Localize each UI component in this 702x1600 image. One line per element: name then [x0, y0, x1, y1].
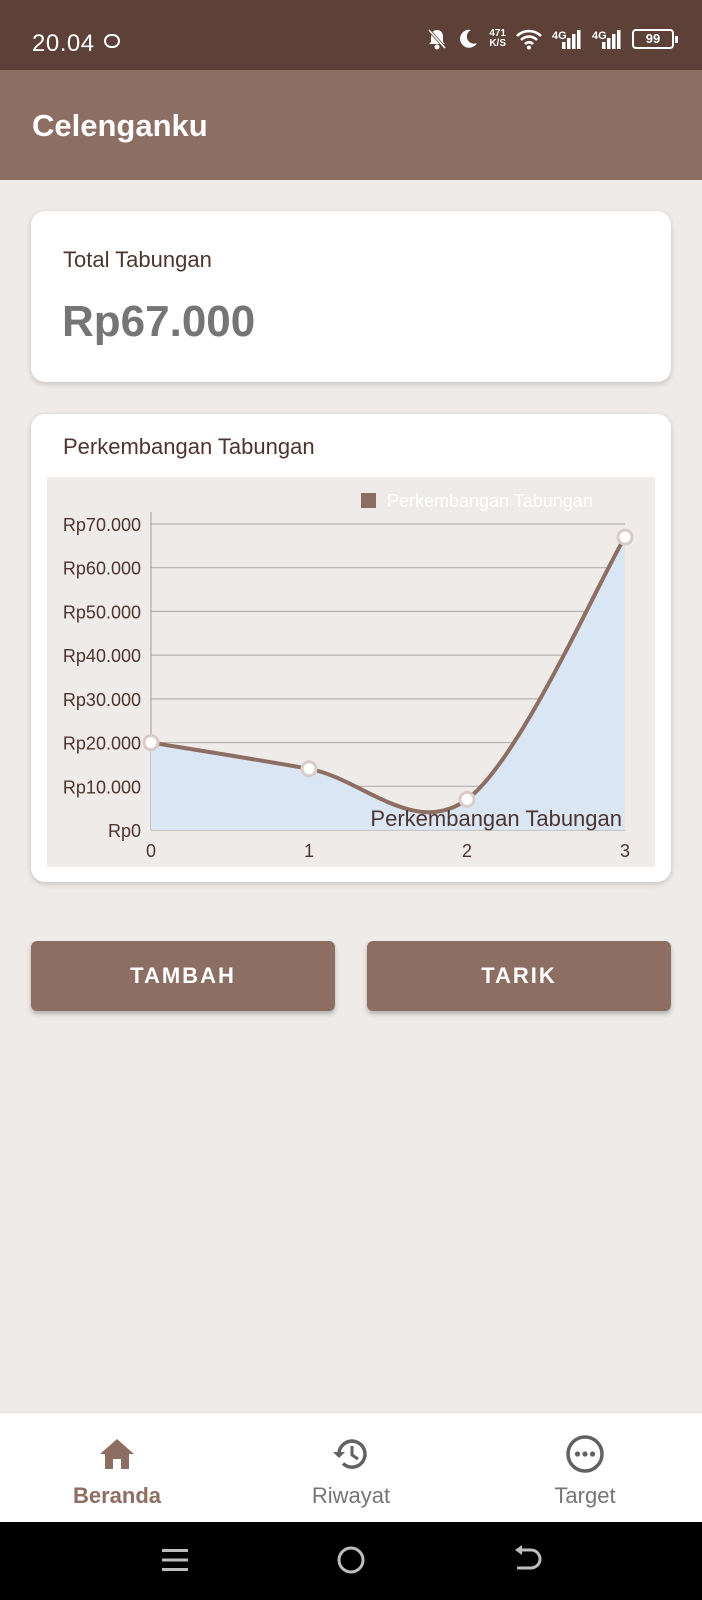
app-title: Celenganku [32, 108, 208, 143]
x-tick-label: 1 [304, 841, 314, 861]
y-tick-label: Rp70.000 [63, 515, 141, 535]
add-savings-button[interactable]: TAMBAH [31, 941, 335, 1011]
line-chart[interactable]: Rp0 Rp10.000 Rp20.000 Rp30.000 Rp40.000 Rp50.… [47, 477, 655, 867]
moon-icon [460, 29, 478, 48]
nav-item-beranda[interactable]: Beranda [0, 1413, 234, 1523]
home-icon [100, 1439, 134, 1469]
signal-bars-icon [562, 30, 581, 49]
signal-1: 4G [552, 28, 582, 50]
data-point [300, 760, 318, 778]
app-bar: Celenganku [0, 70, 702, 180]
x-tick-label: 0 [146, 841, 156, 861]
chart-area[interactable]: Rp0 Rp10.000 Rp20.000 Rp30.000 Rp40.000 Rp50.… [47, 477, 655, 867]
x-tick-label: 3 [620, 841, 630, 861]
total-savings-value: Rp67.000 [62, 297, 256, 346]
total-savings-card: Total Tabungan Rp67.000 [31, 211, 671, 382]
history-icon [333, 1439, 367, 1469]
back-icon[interactable] [507, 1540, 547, 1580]
y-tick-label: Rp20.000 [63, 734, 141, 754]
y-tick-label: Rp0 [108, 821, 141, 841]
x-tick-label: 2 [462, 841, 472, 861]
savings-chart-card: Perkembangan Tabungan Rp0 Rp10.000 Rp20.00… [31, 414, 671, 882]
status-icons: 471 K/S 4G 4G 99 [427, 28, 678, 50]
legend-label: Perkembangan Tabungan [387, 491, 593, 511]
recent-apps-icon[interactable] [155, 1540, 195, 1580]
nav-label-beranda: Beranda [72, 1483, 162, 1508]
status-time: 20.04 [32, 30, 95, 57]
status-bar: 20.04 471 K/S 4G 4G 99 [0, 0, 702, 70]
nav-label-target: Target [554, 1483, 616, 1508]
signal-2: 4G [592, 28, 622, 50]
y-tick-label: Rp10.000 [63, 777, 141, 797]
mute-bell-icon [428, 29, 447, 50]
battery-icon: 99 [632, 29, 678, 49]
total-savings-label: Total Tabungan [63, 247, 212, 272]
bottom-navigation: Beranda Riwayat Target [0, 1412, 702, 1522]
chart-description: Perkembangan Tabungan [370, 806, 622, 831]
home-button-icon[interactable] [331, 1540, 371, 1580]
y-tick-label: Rp50.000 [63, 602, 141, 622]
y-tick-label: Rp60.000 [63, 559, 141, 579]
system-navigation-bar [0, 1522, 702, 1600]
data-point [616, 528, 634, 546]
signal-bars-icon [602, 30, 621, 49]
notification-icon [104, 34, 120, 48]
data-point [142, 734, 160, 752]
legend-swatch [361, 493, 376, 508]
nav-item-target[interactable]: Target [468, 1413, 702, 1523]
net-speed-unit: K/S [489, 38, 506, 49]
more-horiz-icon [566, 1435, 604, 1473]
y-tick-label: Rp30.000 [63, 690, 141, 710]
wifi-icon [516, 29, 542, 50]
nav-item-riwayat[interactable]: Riwayat [234, 1413, 468, 1523]
y-tick-label: Rp40.000 [63, 646, 141, 666]
withdraw-button[interactable]: TARIK [367, 941, 671, 1011]
chart-title: Perkembangan Tabungan [63, 434, 315, 459]
data-point [458, 790, 476, 808]
net-speed: 471 K/S [489, 29, 506, 49]
nav-label-riwayat: Riwayat [311, 1483, 391, 1508]
